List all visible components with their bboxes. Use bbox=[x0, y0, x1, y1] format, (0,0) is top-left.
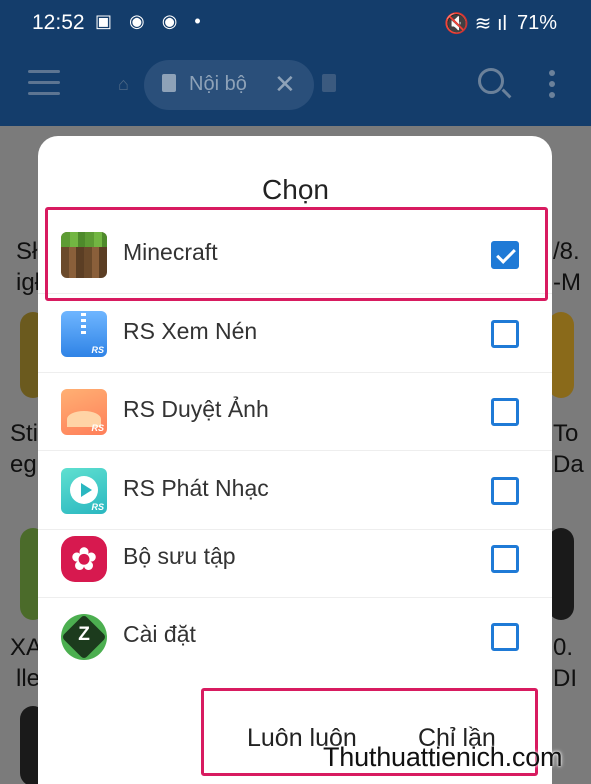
checkbox[interactable] bbox=[491, 320, 519, 348]
background-file-name: 0. bbox=[553, 634, 574, 661]
checkbox-checked[interactable] bbox=[491, 241, 519, 269]
app-option-rs-xem-nen[interactable]: RS RS Xem Nén bbox=[38, 295, 552, 373]
background-file-name: eg bbox=[10, 451, 37, 478]
rs-badge: RS bbox=[91, 423, 104, 433]
watermark: Thuthuattienich.com bbox=[323, 742, 563, 772]
music-player-icon: RS bbox=[61, 468, 107, 514]
app-option-label: Minecraft bbox=[123, 239, 218, 265]
file-icon-next-tab[interactable] bbox=[322, 74, 336, 92]
background-file-name: igł bbox=[16, 269, 41, 296]
background-file-name: Sł bbox=[16, 238, 38, 265]
app-option-label: RS Xem Nén bbox=[123, 318, 258, 344]
background-file-name: -M bbox=[553, 269, 581, 296]
app-option-cai-dat[interactable]: Cài đặt bbox=[38, 598, 552, 676]
app-option-rs-phat-nhac[interactable]: RS RS Phát Nhạc bbox=[38, 452, 552, 530]
background-file-name: Sti bbox=[10, 420, 39, 447]
background-file-name: To bbox=[553, 420, 579, 447]
app-bar: ⌂ Nội bộ ✕ bbox=[0, 46, 591, 126]
file-icon bbox=[162, 74, 176, 92]
rs-badge: RS bbox=[91, 345, 104, 355]
checkbox[interactable] bbox=[491, 477, 519, 505]
app-option-bo-suu-tap[interactable]: Bộ sưu tập bbox=[38, 520, 552, 598]
checkbox[interactable] bbox=[491, 623, 519, 651]
zip-viewer-icon: RS bbox=[61, 311, 107, 357]
app-option-rs-duyet-anh[interactable]: RS RS Duyệt Ảnh bbox=[38, 373, 552, 451]
dialog-title: Chọn bbox=[262, 174, 329, 205]
tab-internal-storage[interactable]: Nội bộ ✕ bbox=[144, 60, 314, 110]
background-file-name: DI bbox=[553, 665, 577, 692]
background-file-name: Da bbox=[553, 451, 584, 478]
status-right: 🔇 ≋ ıl 71% bbox=[444, 11, 557, 36]
app-option-label: Bộ sưu tập bbox=[123, 543, 236, 569]
checkbox[interactable] bbox=[491, 545, 519, 573]
notification-icons: ▣ ◉ ◉ • bbox=[95, 11, 207, 31]
more-options-icon[interactable] bbox=[549, 70, 555, 103]
app-option-label: Cài đặt bbox=[123, 621, 196, 647]
checkbox[interactable] bbox=[491, 398, 519, 426]
search-icon[interactable] bbox=[478, 68, 504, 94]
menu-icon[interactable] bbox=[28, 70, 60, 96]
background-file-name: lle bbox=[16, 665, 41, 692]
app-option-label: RS Duyệt Ảnh bbox=[123, 396, 269, 422]
tab-label: Nội bộ bbox=[189, 73, 247, 95]
home-icon[interactable]: ⌂ bbox=[118, 74, 129, 95]
close-tab-icon[interactable]: ✕ bbox=[274, 69, 296, 100]
app-option-label: RS Phát Nhạc bbox=[123, 475, 269, 501]
minecraft-icon bbox=[61, 232, 107, 278]
battery-percentage: 71% bbox=[516, 12, 557, 34]
rs-badge: RS bbox=[91, 502, 104, 512]
app-option-minecraft[interactable]: Minecraft bbox=[38, 216, 552, 294]
background-file-name: /8. bbox=[553, 238, 580, 265]
gallery-icon bbox=[61, 536, 107, 582]
zarchiver-icon bbox=[61, 614, 107, 660]
status-bar: 12:52 ▣ ◉ ◉ • 🔇 ≋ ıl 71% bbox=[0, 0, 591, 46]
status-time: 12:52 bbox=[32, 11, 85, 34]
photo-viewer-icon: RS bbox=[61, 389, 107, 435]
status-icons: 🔇 ≋ ıl bbox=[444, 13, 507, 35]
